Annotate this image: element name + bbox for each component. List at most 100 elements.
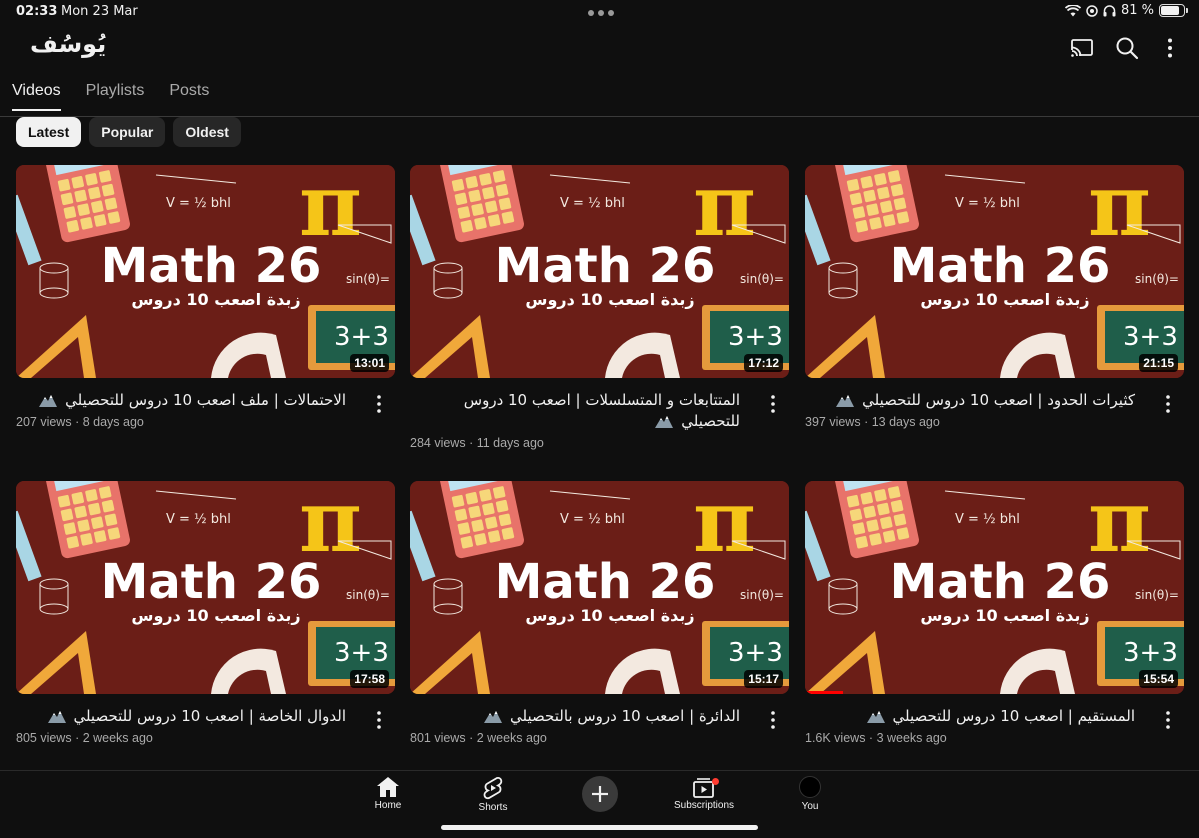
video-age: 11 days ago (476, 436, 544, 450)
svg-text:3+3: 3+3 (334, 638, 389, 668)
video-stats: 284 views · 11 days ago (410, 436, 544, 450)
svg-text:V = ½ bhl: V = ½ bhl (955, 512, 1020, 527)
video-more-icon[interactable] (1160, 394, 1176, 414)
video-title[interactable]: الاحتمالات | ملف اصعب 10 دروس للتحصيلي (16, 390, 346, 411)
video-meta: المتتابعات و المتسلسلات | اصعب 10 دروس ل… (410, 378, 789, 450)
video-thumbnail[interactable]: V = ½ bhl π sin(θ)= Math 26 زبدة اصعب 10… (16, 165, 395, 378)
thumbnail-subline: زبدة اصعب 10 دروس (920, 606, 1089, 625)
video-thumbnail[interactable]: V = ½ bhl π sin(θ)= Math 26 زبدة اصعب 10… (410, 481, 789, 694)
video-stats: 397 views · 13 days ago (805, 415, 940, 429)
nav-subscriptions[interactable]: Subscriptions (659, 776, 749, 811)
chip-oldest[interactable]: Oldest (173, 117, 241, 147)
video-meta: المستقيم | اصعب 10 دروس للتحصيلي 1.6K vi… (805, 694, 1184, 745)
video-views: 805 views (16, 731, 72, 745)
svg-text:sin(θ)=: sin(θ)= (740, 588, 784, 602)
nav-home[interactable]: Home (343, 776, 433, 811)
tab-posts[interactable]: Posts (169, 82, 209, 110)
home-indicator[interactable] (441, 825, 758, 830)
svg-text:3+3: 3+3 (728, 638, 783, 668)
video-stats: 1.6K views · 3 weeks ago (805, 731, 947, 745)
svg-text:sin(θ)=: sin(θ)= (346, 272, 390, 286)
svg-text:3+3: 3+3 (334, 322, 389, 352)
video-card[interactable]: V = ½ bhl π sin(θ)= Math 26 زبدة اصعب 10… (805, 481, 1184, 745)
svg-text:V = ½ bhl: V = ½ bhl (955, 196, 1020, 211)
video-thumbnail-art: V = ½ bhl π sin(θ)= Math 26 زبدة اصعب 10… (805, 481, 1184, 694)
video-card[interactable]: V = ½ bhl π sin(θ)= Math 26 زبدة اصعب 10… (410, 481, 789, 745)
thumbnail-subline: زبدة اصعب 10 دروس (131, 606, 300, 625)
video-thumbnail-art: V = ½ bhl π sin(θ)= Math 26 زبدة اصعب 10… (16, 165, 395, 378)
thumbnail-headline: Math 26 (495, 554, 716, 610)
video-age: 8 days ago (82, 415, 144, 429)
video-duration: 21:15 (1139, 354, 1178, 372)
channel-tabs: Videos Playlists Posts (12, 82, 209, 111)
video-views: 284 views (410, 436, 466, 450)
video-age: 2 weeks ago (476, 731, 547, 745)
battery-icon (1159, 4, 1188, 17)
video-more-icon[interactable] (765, 394, 781, 414)
multitask-dots-icon[interactable] (588, 10, 614, 16)
chip-latest[interactable]: Latest (16, 117, 82, 147)
status-right: 81 % (1064, 3, 1188, 18)
create-button[interactable] (582, 776, 618, 812)
nav-home-label: Home (374, 800, 402, 811)
thumbnail-subline: زبدة اصعب 10 دروس (131, 290, 300, 309)
thumbnail-headline: Math 26 (101, 554, 322, 610)
tab-playlists[interactable]: Playlists (86, 82, 145, 110)
video-age: 2 weeks ago (82, 731, 153, 745)
video-card[interactable]: V = ½ bhl π sin(θ)= Math 26 زبدة اصعب 10… (16, 481, 395, 745)
video-more-icon[interactable] (765, 710, 781, 730)
more-vert-icon[interactable] (1158, 36, 1182, 60)
video-card[interactable]: V = ½ bhl π sin(θ)= Math 26 زبدة اصعب 10… (410, 165, 789, 450)
thumbnail-headline: Math 26 (890, 554, 1111, 610)
wifi-icon (1064, 4, 1081, 16)
mountain-emoji-icon (47, 711, 66, 723)
nav-shorts[interactable]: Shorts (448, 776, 538, 813)
mountain-emoji-icon (836, 395, 855, 407)
svg-text:sin(θ)=: sin(θ)= (346, 588, 390, 602)
mountain-emoji-icon (484, 711, 503, 723)
bottom-nav-divider (0, 770, 1199, 771)
sort-chips: Latest Popular Oldest (16, 117, 241, 147)
location-lock-icon (1086, 4, 1098, 17)
video-thumbnail[interactable]: V = ½ bhl π sin(θ)= Math 26 زبدة اصعب 10… (16, 481, 395, 694)
svg-text:3+3: 3+3 (1123, 322, 1178, 352)
headphones-icon (1103, 4, 1116, 16)
video-title[interactable]: المستقيم | اصعب 10 دروس للتحصيلي (805, 706, 1135, 727)
video-thumbnail[interactable]: V = ½ bhl π sin(θ)= Math 26 زبدة اصعب 10… (410, 165, 789, 378)
video-thumbnail[interactable]: V = ½ bhl π sin(θ)= Math 26 زبدة اصعب 10… (805, 481, 1184, 694)
thumbnail-subline: زبدة اصعب 10 دروس (525, 290, 694, 309)
video-meta: كثيرات الحدود | اصعب 10 دروس للتحصيلي 39… (805, 378, 1184, 429)
cast-icon[interactable] (1070, 36, 1094, 60)
video-views: 801 views (410, 731, 466, 745)
status-date: Mon 23 Mar (61, 4, 138, 19)
nav-you[interactable]: You (765, 776, 855, 812)
video-thumbnail-art: V = ½ bhl π sin(θ)= Math 26 زبدة اصعب 10… (410, 165, 789, 378)
video-title[interactable]: الدائرة | اصعب 10 دروس بالتحصيلي (410, 706, 740, 727)
video-title-text: الاحتمالات | ملف اصعب 10 دروس للتحصيلي (65, 391, 346, 409)
mountain-emoji-icon (655, 416, 674, 428)
video-title[interactable]: المتتابعات و المتسلسلات | اصعب 10 دروس ل… (410, 390, 740, 432)
video-thumbnail-art: V = ½ bhl π sin(θ)= Math 26 زبدة اصعب 10… (410, 481, 789, 694)
nav-you-label: You (801, 801, 819, 812)
video-card[interactable]: V = ½ bhl π sin(θ)= Math 26 زبدة اصعب 10… (16, 165, 395, 429)
video-more-icon[interactable] (371, 394, 387, 414)
video-more-icon[interactable] (1160, 710, 1176, 730)
thumbnail-headline: Math 26 (890, 238, 1111, 294)
video-card[interactable]: V = ½ bhl π sin(θ)= Math 26 زبدة اصعب 10… (805, 165, 1184, 429)
status-time: 02:33 (16, 4, 58, 19)
svg-text:3+3: 3+3 (1123, 638, 1178, 668)
search-icon[interactable] (1115, 36, 1139, 60)
video-more-icon[interactable] (371, 710, 387, 730)
video-duration: 15:54 (1139, 670, 1178, 688)
tab-videos[interactable]: Videos (12, 82, 61, 111)
mountain-emoji-icon (39, 395, 58, 407)
video-title[interactable]: الدوال الخاصة | اصعب 10 دروس للتحصيلي (16, 706, 346, 727)
video-meta: الدائرة | اصعب 10 دروس بالتحصيلي 801 vie… (410, 694, 789, 745)
video-thumbnail[interactable]: V = ½ bhl π sin(θ)= Math 26 زبدة اصعب 10… (805, 165, 1184, 378)
create-plus-icon (592, 786, 608, 802)
video-title[interactable]: كثيرات الحدود | اصعب 10 دروس للتحصيلي (805, 390, 1135, 411)
video-stats: 805 views · 2 weeks ago (16, 731, 153, 745)
svg-text:sin(θ)=: sin(θ)= (1135, 588, 1179, 602)
thumbnail-subline: زبدة اصعب 10 دروس (920, 290, 1089, 309)
chip-popular[interactable]: Popular (89, 117, 166, 147)
